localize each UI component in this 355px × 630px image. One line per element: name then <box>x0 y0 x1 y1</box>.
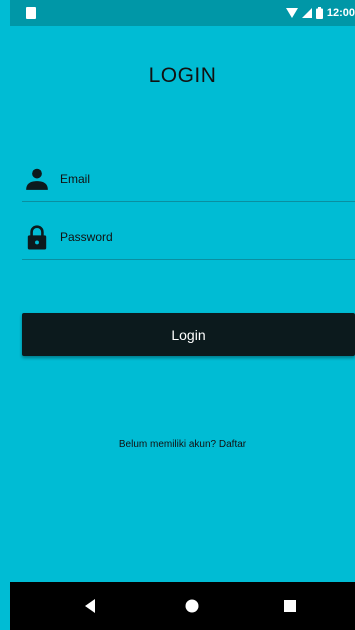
person-icon <box>26 168 48 190</box>
status-time: 12:00 <box>326 7 355 19</box>
wifi-icon <box>285 8 298 18</box>
battery-icon <box>315 7 323 19</box>
home-icon[interactable] <box>184 598 200 614</box>
back-icon[interactable] <box>83 598 99 614</box>
lock-icon <box>27 225 47 250</box>
status-bar: 12:00 <box>10 0 355 26</box>
sim-icon <box>26 7 36 19</box>
login-button[interactable]: Login <box>22 313 355 356</box>
navigation-bar <box>10 582 355 630</box>
password-field[interactable]: Password <box>22 216 355 260</box>
login-screen: 12:00 LOGIN Email Password Login Belum m… <box>0 0 355 630</box>
register-link[interactable]: Belum memiliki akun? Daftar <box>10 439 355 450</box>
page-title: LOGIN <box>148 64 217 87</box>
email-field[interactable]: Email <box>22 158 355 202</box>
signal-icon <box>301 8 312 18</box>
email-placeholder: Email <box>60 172 91 186</box>
recent-apps-icon[interactable] <box>282 598 298 614</box>
password-placeholder: Password <box>60 230 113 244</box>
status-bar-right: 12:00 <box>285 6 355 20</box>
